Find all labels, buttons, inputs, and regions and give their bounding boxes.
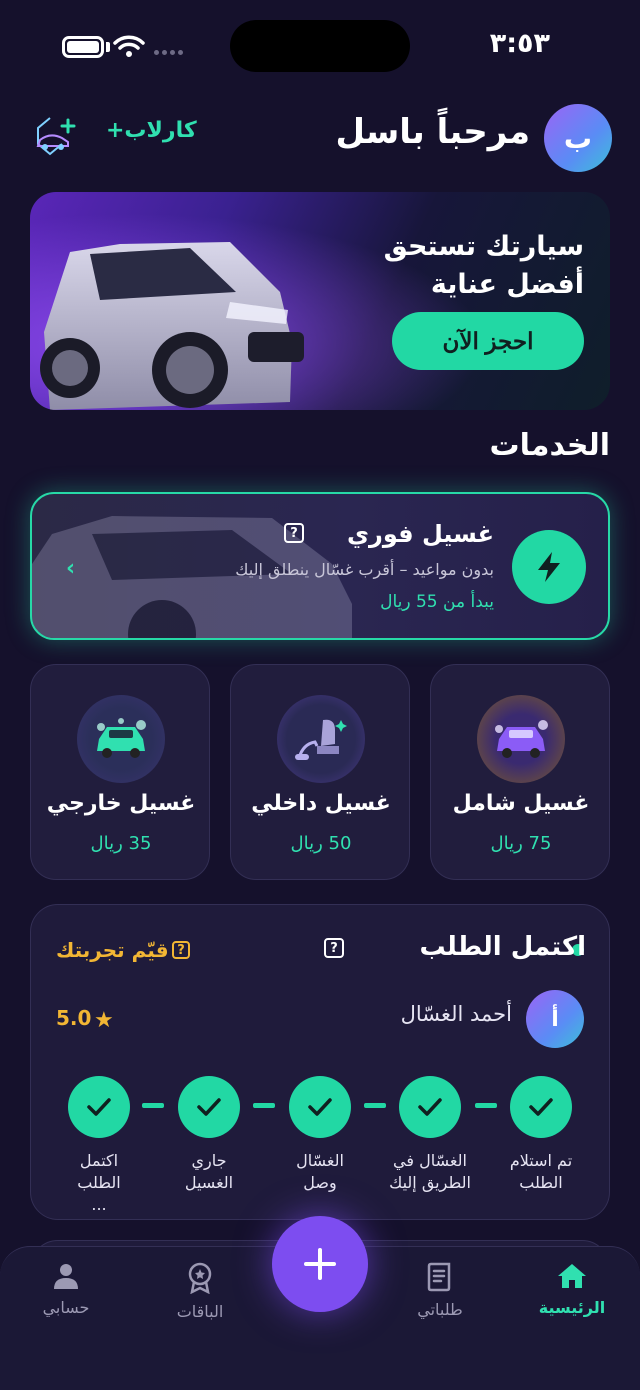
tile-title: غسيل داخلي [251, 791, 391, 816]
step-check-icon [399, 1076, 461, 1138]
nav-label: حسابي [42, 1298, 90, 1317]
carlab-logo-icon [36, 117, 76, 156]
interior-vacuum-seat-icon [277, 695, 365, 783]
lightning-icon [512, 530, 586, 604]
brand-name: كارلاب+ [106, 118, 197, 143]
wifi-icon [113, 35, 145, 57]
star-icon: ★ [94, 1008, 114, 1033]
tile-title: غسيل شامل [452, 791, 590, 816]
step-connector [142, 1103, 164, 1108]
nav-home[interactable]: الرئيسية [522, 1262, 622, 1317]
order-title: اكتمل الطلب [419, 932, 586, 962]
step-check-icon [68, 1076, 130, 1138]
avatar[interactable]: ب [544, 104, 612, 172]
receipt-icon [427, 1262, 451, 1292]
tile-price: 50 ريال [290, 833, 352, 854]
washer-rating: 5.0 [56, 1006, 92, 1030]
nav-orders[interactable]: طلباتي [390, 1262, 490, 1319]
exterior-wash-car-icon [77, 695, 165, 783]
rate-experience-link[interactable]: قيّم تجربتك [56, 938, 169, 962]
step-label: تم استلام الطلب [509, 1151, 573, 1192]
battery-icon [62, 36, 104, 58]
greeting-title: مرحباً باسل [335, 112, 530, 152]
washer-name: أحمد الغسّال [400, 1002, 512, 1026]
instant-wash-subtitle: بدون مواعيد – أقرب غسّال ينطلق إليك [235, 560, 494, 579]
service-tile-interior[interactable]: غسيل داخلي 50 ريال [230, 664, 410, 880]
tile-price: 35 ريال [90, 833, 152, 854]
step-check-icon [289, 1076, 351, 1138]
step-label: الغسّال وصل [296, 1151, 344, 1192]
help-icon[interactable]: ? [284, 523, 304, 543]
badge-icon [188, 1262, 212, 1294]
full-wash-car-icon [477, 695, 565, 783]
help-icon[interactable]: ? [324, 938, 344, 958]
instant-wash-price: يبدأ من 55 ريال [380, 592, 494, 612]
step-connector [475, 1103, 497, 1108]
status-time: ٣:٥٣ [489, 28, 550, 59]
tile-price: 75 ريال [490, 833, 552, 854]
tile-title: غسيل خارجي [46, 791, 196, 816]
nav-label: الباقات [176, 1302, 224, 1321]
step-check-icon [510, 1076, 572, 1138]
rate-label: قيّم تجربتك [56, 938, 169, 962]
home-icon [558, 1264, 586, 1288]
service-tile-exterior[interactable]: غسيل خارجي 35 ريال [30, 664, 210, 880]
signal-icon [154, 50, 183, 55]
step-check-icon [178, 1076, 240, 1138]
user-icon [54, 1264, 78, 1289]
step-connector [253, 1103, 275, 1108]
nav-account[interactable]: حسابي [16, 1262, 116, 1317]
nav-label: الرئيسية [538, 1298, 606, 1317]
instant-wash-title: غسيل فوري [347, 520, 494, 548]
service-tile-full[interactable]: غسيل شامل 75 ريال [430, 664, 610, 880]
step-label: اكتمل الطلب ... [77, 1151, 121, 1214]
rate-help-icon: ? [172, 941, 190, 959]
step-label: جاري الغسيل [184, 1151, 234, 1192]
step-connector [364, 1103, 386, 1108]
book-now-button[interactable]: احجز الآن [392, 312, 584, 370]
plus-icon [304, 1248, 336, 1280]
chevron-left-icon[interactable]: ‹ [66, 556, 75, 581]
services-title: الخدمات [489, 428, 610, 463]
dynamic-island [230, 20, 410, 72]
battery-tip [106, 42, 110, 52]
step-label: الغسّال في الطريق إليك [389, 1151, 471, 1192]
nav-label: طلباتي [417, 1300, 463, 1319]
add-order-button[interactable] [272, 1216, 368, 1312]
hero-title: سيارتك تستحق أفضل عناية [383, 231, 584, 300]
nav-packages[interactable]: الباقات [150, 1262, 250, 1321]
washer-avatar: أ [526, 990, 584, 1048]
